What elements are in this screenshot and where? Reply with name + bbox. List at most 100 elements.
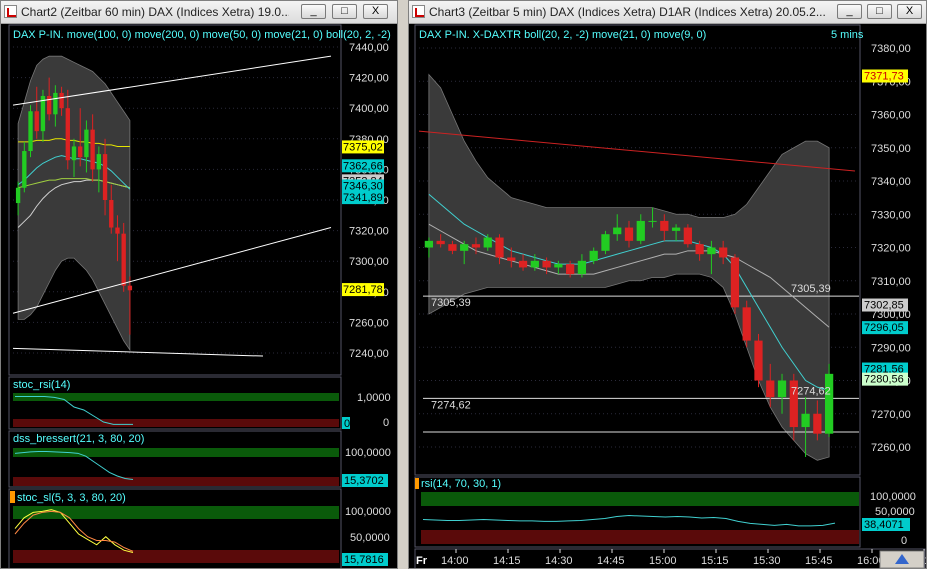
stocsl-tick-50: 50,0000 [350, 532, 390, 544]
price-tag-text: 7346,30 [343, 180, 383, 192]
price-tag-text: 7296,05 [864, 322, 904, 334]
candle-body [707, 247, 716, 255]
candle-body [90, 129, 95, 170]
candle-body [542, 260, 551, 268]
time-tick: 15:45 [805, 555, 833, 567]
price-tick: 7440,00 [349, 42, 389, 54]
chart2-indicator-label: DAX P-IN. move(100, 0) move(200, 0) move… [13, 29, 391, 41]
price-tag-text: 7362,66 [343, 160, 383, 172]
price-tag-text: 7280,56 [864, 374, 904, 386]
candle-body [495, 237, 504, 258]
stocsl-upper-zone [13, 506, 339, 519]
stocrsi-upper-zone [13, 393, 339, 401]
time-axis-prefix: Fr [416, 555, 428, 567]
price-tick: 7260,00 [871, 442, 911, 454]
price-tick: 7360,00 [871, 110, 911, 122]
price-tag-text: 7281,78 [343, 284, 383, 296]
candle-body [59, 92, 64, 109]
time-tick: 15:15 [701, 555, 729, 567]
dss-label: dss_bressert(21, 3, 80, 20) [13, 433, 144, 445]
price-tick: 7320,00 [349, 226, 389, 238]
price-tick: 7330,00 [871, 209, 911, 221]
candle-body [766, 380, 775, 398]
price-tick: 7420,00 [349, 73, 389, 85]
candle-body [648, 220, 657, 222]
rsi-value-text: 38,4071 [864, 519, 904, 531]
candle-body [636, 220, 645, 241]
candle-body [777, 380, 787, 398]
rsi-tick-100: 100,0000 [870, 491, 916, 503]
candle-body [730, 257, 740, 308]
price-tick: 7380,00 [871, 43, 911, 55]
level-label-right: 7274,62 [791, 385, 831, 397]
candle-body [115, 227, 120, 234]
time-tick: 14:15 [493, 555, 521, 567]
stocsl-color-marker [10, 491, 15, 503]
candle-body [71, 146, 77, 161]
candle-body [671, 227, 681, 231]
candle-body [96, 154, 102, 170]
candle-body [127, 285, 133, 291]
time-tick: 14:00 [441, 555, 469, 567]
chart3-canvas[interactable]: DAX P-IN. X-DAXTR boll(20, 2, -2) move(2… [409, 1, 927, 569]
candle-body [436, 240, 445, 245]
candle-body [28, 111, 33, 152]
price-tag-text: 7375,02 [343, 141, 383, 153]
chart2-canvas[interactable]: DAX P-IN. move(100, 0) move(200, 0) move… [1, 1, 398, 569]
price-tick: 7310,00 [871, 276, 911, 288]
candle-body [471, 244, 481, 248]
candle-body [824, 373, 834, 434]
rsi-lower-zone [421, 530, 859, 544]
candle-body [683, 227, 692, 245]
price-tick: 7240,00 [349, 348, 389, 360]
candle-body [78, 146, 83, 158]
candle-body [530, 260, 539, 268]
candle-body [53, 92, 58, 115]
candle-body [589, 250, 598, 261]
candle-body [554, 264, 563, 268]
price-tag-text: 7371,73 [864, 70, 904, 82]
rsi-label: rsi(14, 70, 30, 1) [421, 478, 501, 490]
price-tag-text: 7341,89 [343, 192, 383, 204]
candle-body [754, 340, 763, 381]
time-tick: 14:30 [545, 555, 573, 567]
price-tick: 7290,00 [871, 342, 911, 354]
time-tick: 15:30 [753, 555, 781, 567]
time-tick: 15:00 [649, 555, 677, 567]
chart3-timeframe: 5 mins [831, 29, 864, 41]
candle-body [84, 129, 89, 158]
candle-body [813, 413, 822, 434]
candle-body [34, 111, 39, 132]
candle-body [65, 108, 70, 161]
rsi-upper-zone [421, 492, 859, 506]
stocsl-label: stoc_sl(5, 3, 3, 80, 20) [17, 492, 126, 504]
rsi-color-marker [415, 478, 419, 489]
candle-body [742, 307, 751, 341]
stocrsi-tick-0: 0 [383, 417, 389, 429]
price-tag-text: 7302,85 [864, 300, 904, 312]
candle-body [577, 260, 587, 275]
dss-tick-100: 100,0000 [345, 447, 391, 459]
chart3-indicator-label: DAX P-IN. X-DAXTR boll(20, 2, -2) move(2… [419, 29, 706, 41]
candle-body [121, 233, 126, 286]
candle-body [801, 413, 810, 428]
candle-body [719, 247, 728, 258]
level-label-right: 7305,39 [791, 283, 831, 295]
candle-body [624, 227, 634, 241]
candle-body [660, 220, 669, 231]
candle-body [601, 234, 610, 251]
price-tick: 7300,00 [349, 256, 389, 268]
candle-body [15, 187, 21, 204]
candle-body [102, 154, 108, 200]
price-tick: 7350,00 [871, 143, 911, 155]
stocrsi-tick-1: 1,0000 [357, 392, 391, 404]
level-label-left: 7274,62 [431, 399, 471, 411]
rsi-tick-50: 50,0000 [875, 506, 915, 518]
level-label-left: 7305,39 [431, 297, 471, 309]
chart2-window[interactable]: Chart2 (Zeitbar 60 min) DAX (Indices Xet… [0, 0, 398, 569]
rsi-tick-0: 0 [901, 535, 907, 547]
candle-body [448, 244, 457, 251]
chart3-window[interactable]: Chart3 (Zeitbar 5 min) DAX (Indices Xetr… [408, 0, 927, 569]
stocsl-tick-100: 100,0000 [345, 506, 391, 518]
candle-body [46, 95, 52, 115]
